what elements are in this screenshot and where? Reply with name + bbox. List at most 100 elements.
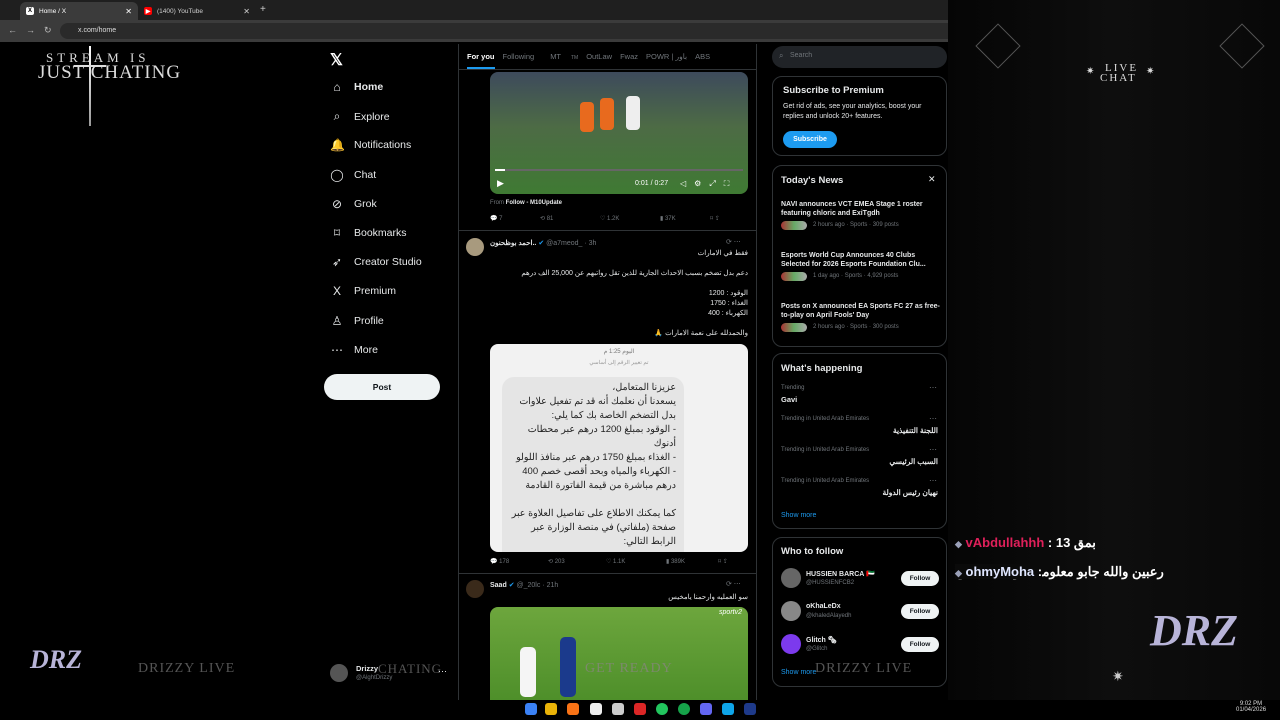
- sidebar-item-more[interactable]: ⋯ More: [330, 343, 378, 357]
- video-controls-icons[interactable]: ◁⚙⤢⛶: [680, 179, 737, 189]
- tab-powr[interactable]: POWR | باور: [646, 52, 687, 61]
- chat-message: ◆ vAbdullahhh : بمق 13: [955, 535, 1096, 550]
- news-avatars: [781, 323, 807, 332]
- tab-home-x[interactable]: X Home / X ✕: [20, 2, 138, 20]
- trend-item[interactable]: Gavi: [781, 395, 797, 404]
- tab-youtube[interactable]: ▶ (1400) YouTube ✕: [138, 2, 256, 20]
- follow-name[interactable]: Glitch 🗞: [806, 636, 837, 644]
- bell-icon: 🔔: [330, 138, 345, 153]
- back-icon[interactable]: ←: [8, 25, 17, 35]
- video-player[interactable]: ▶ 0:01 / 0:27 ◁⚙⤢⛶: [490, 72, 748, 194]
- video-progress-fill: [495, 169, 505, 171]
- tab-for-you[interactable]: For you: [467, 52, 495, 69]
- avatar[interactable]: [466, 238, 484, 256]
- video-progress-track[interactable]: [495, 169, 743, 171]
- follow-button[interactable]: Follow: [901, 571, 939, 586]
- app-icon[interactable]: [722, 703, 734, 715]
- spotify-icon[interactable]: [678, 703, 690, 715]
- like-button[interactable]: ♡ 1.1K: [606, 558, 666, 565]
- youtube-favicon-icon: ▶: [144, 7, 152, 15]
- close-tab-icon[interactable]: ✕: [125, 7, 132, 16]
- tab-abs[interactable]: ABS: [695, 52, 710, 61]
- trend-item[interactable]: نهيان رئيس الدولة: [882, 488, 938, 497]
- sidebar-item-chat[interactable]: ◯ Chat: [330, 168, 376, 182]
- system-clock[interactable]: 9:02 PM 01/04/2026: [1236, 701, 1266, 713]
- avatar[interactable]: [781, 601, 801, 621]
- star-icon: ✷: [1112, 668, 1124, 684]
- app-icon[interactable]: [612, 703, 624, 715]
- sidebar-item-notifications[interactable]: 🔔 Notifications: [330, 138, 411, 152]
- trend-item[interactable]: اللجنة التنفيذية: [893, 426, 938, 435]
- play-icon[interactable]: ▶: [497, 178, 504, 189]
- follow-title: Who to follow: [781, 546, 844, 557]
- brave-icon[interactable]: [567, 703, 579, 715]
- show-more-link[interactable]: Show more: [781, 669, 816, 676]
- close-tab-icon[interactable]: ✕: [243, 7, 250, 16]
- card-header: اليوم 1:25 م: [603, 349, 635, 355]
- new-tab-button[interactable]: +: [260, 4, 266, 15]
- news-item-title[interactable]: Esports World Cup Announces 40 Clubs Sel…: [781, 251, 941, 269]
- news-item-title[interactable]: Posts on X announced EA Sports FC 27 as …: [781, 302, 941, 320]
- tab-fwaz[interactable]: Fwaz: [620, 52, 638, 61]
- retweet-button[interactable]: ⟲ 81: [540, 215, 600, 222]
- avatar[interactable]: [330, 664, 348, 682]
- tab-outlaw[interactable]: OutLaw: [586, 52, 612, 61]
- steam-icon[interactable]: [744, 703, 756, 715]
- sidebar-item-explore[interactable]: ⌕ Explore: [330, 109, 390, 124]
- sidebar-item-bookmarks[interactable]: ⌑ Bookmarks: [330, 226, 407, 240]
- retweet-button[interactable]: ⟲ 203: [548, 558, 606, 565]
- close-icon[interactable]: ✕: [928, 174, 936, 185]
- sidebar-item-profile[interactable]: ♙ Profile: [330, 314, 384, 328]
- avatar[interactable]: [781, 568, 801, 588]
- views-button[interactable]: ▮ 37K: [660, 215, 710, 222]
- url-field[interactable]: x.com/home: [60, 23, 1020, 39]
- windows-start-icon[interactable]: [525, 703, 537, 715]
- epic-games-icon[interactable]: [590, 703, 602, 715]
- app-icon[interactable]: [634, 703, 646, 715]
- tweet-video[interactable]: sportv2: [490, 607, 748, 700]
- tab-following[interactable]: Following: [503, 52, 535, 61]
- news-item-title[interactable]: NAVI announces VCT EMEA Stage 1 roster f…: [781, 200, 941, 218]
- more-icon[interactable]: ⋯: [929, 414, 937, 423]
- more-icon[interactable]: ⋯: [929, 383, 937, 392]
- trend-meta: Trending in United Arab Emirates: [781, 447, 870, 453]
- forward-icon[interactable]: →: [26, 25, 35, 35]
- reload-icon[interactable]: ↻: [44, 25, 52, 36]
- search-input[interactable]: Search: [772, 46, 947, 68]
- sidebar-item-premium[interactable]: X Premium: [330, 284, 396, 298]
- sidebar-item-grok[interactable]: ⊘ Grok: [330, 197, 377, 211]
- follow-name[interactable]: oKhaLeDx: [806, 603, 841, 610]
- show-more-link[interactable]: Show more: [781, 512, 816, 519]
- bookmark-share-icon[interactable]: ⌑ ⇪: [710, 215, 720, 222]
- sidebar-item-label: Profile: [354, 314, 384, 327]
- reply-button[interactable]: 💬 7: [490, 215, 540, 222]
- follow-button[interactable]: Follow: [901, 604, 939, 619]
- sidebar-item-home[interactable]: ⌂ Home: [330, 80, 383, 94]
- views-button[interactable]: ▮ 389K: [666, 558, 718, 565]
- tweet-more-icon[interactable]: ⟳ ⋯: [726, 580, 741, 588]
- avatar[interactable]: [781, 634, 801, 654]
- from-label: From Follow - M10Update: [490, 200, 563, 206]
- sidebar-item-label: Grok: [354, 197, 377, 210]
- more-icon[interactable]: ⋯: [929, 445, 937, 454]
- bookmark-share-icon[interactable]: ⌑ ⇪: [718, 558, 728, 565]
- sidebar-item-label: Bookmarks: [354, 227, 407, 239]
- like-button[interactable]: ♡ 1.2K: [600, 215, 660, 222]
- follow-name[interactable]: HUSSIEN BARCA 🇦🇪: [806, 570, 875, 578]
- tab-mt[interactable]: MT TM: [542, 52, 578, 61]
- x-logo-icon[interactable]: 𝕏: [330, 50, 343, 70]
- discord-icon[interactable]: [700, 703, 712, 715]
- file-explorer-icon[interactable]: [545, 703, 557, 715]
- player-figure: [626, 96, 640, 130]
- tweet-more-icon[interactable]: ⟳ ⋯: [726, 238, 741, 246]
- chrome-icon[interactable]: [656, 703, 668, 715]
- sidebar-item-creator-studio[interactable]: ➶ Creator Studio: [330, 255, 422, 269]
- subscribe-button[interactable]: Subscribe: [783, 131, 837, 148]
- post-button[interactable]: Post: [324, 374, 440, 400]
- reply-button[interactable]: 💬 178: [490, 558, 548, 565]
- follow-button[interactable]: Follow: [901, 637, 939, 652]
- account-more-icon[interactable]: ⋯: [438, 666, 447, 677]
- trend-item[interactable]: السبب الرئيسي: [889, 457, 938, 466]
- avatar[interactable]: [466, 580, 484, 598]
- more-icon[interactable]: ⋯: [929, 476, 937, 485]
